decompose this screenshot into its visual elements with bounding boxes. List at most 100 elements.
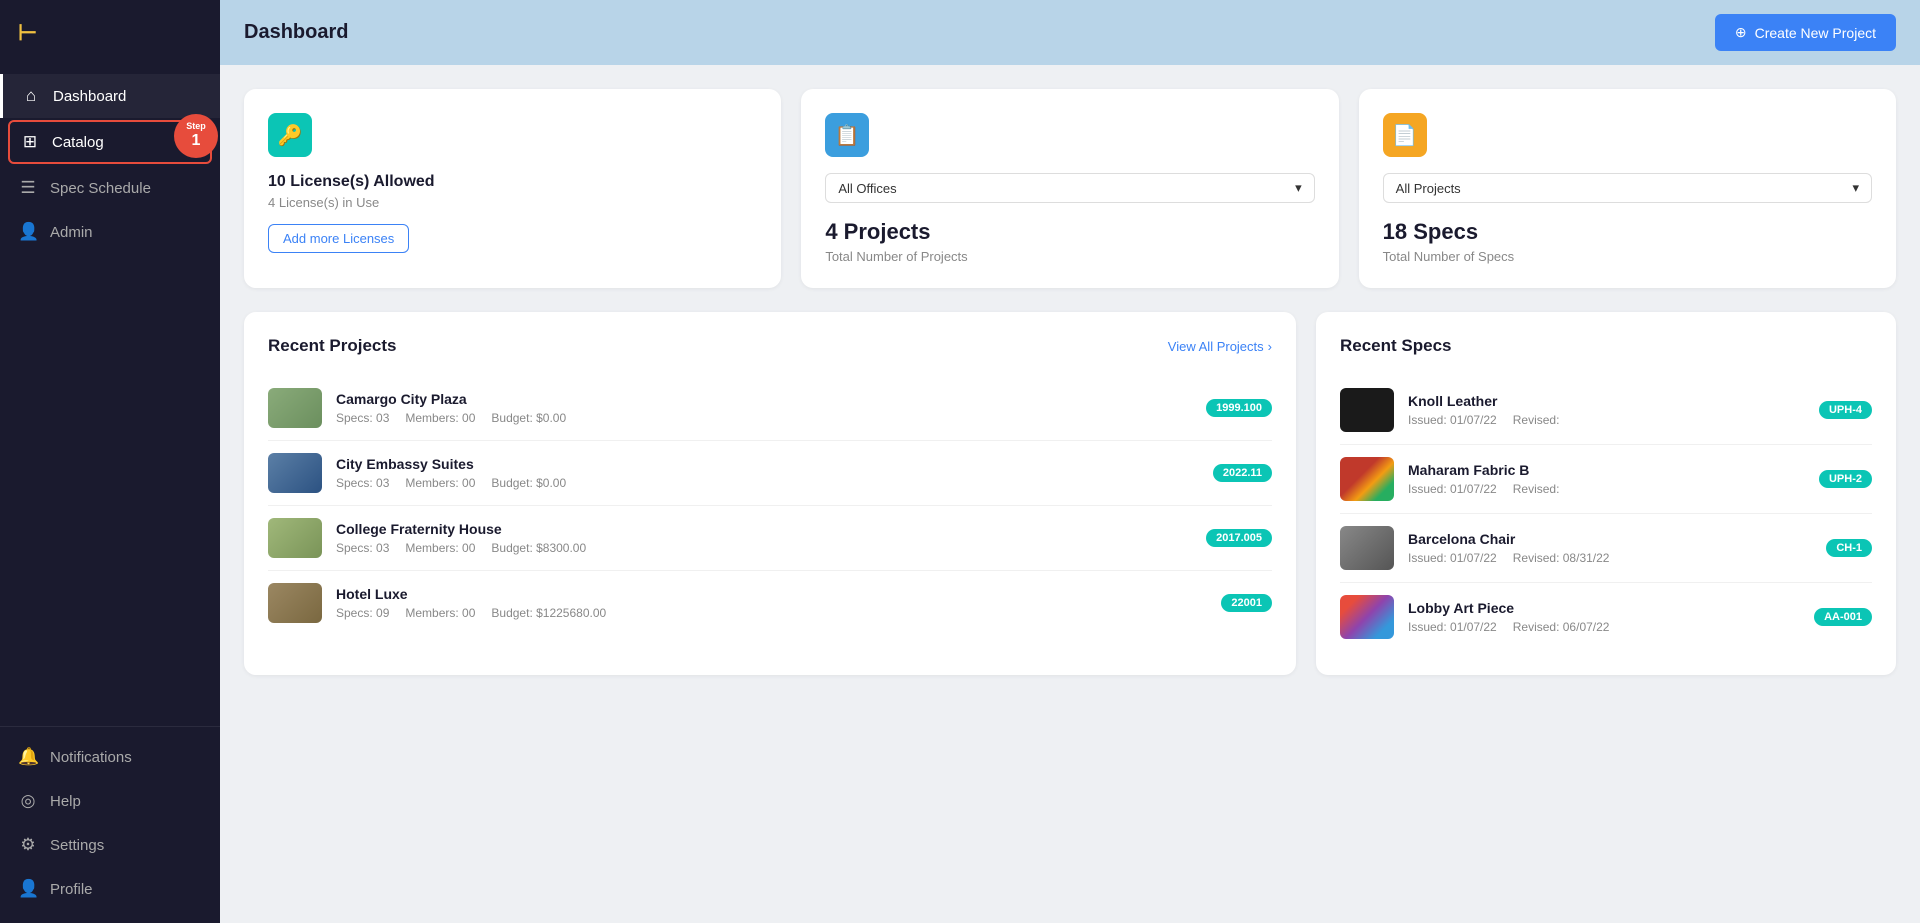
sidebar-item-notifications[interactable]: 🔔 Notifications	[0, 735, 220, 779]
spec-revised: Revised: 06/07/22	[1513, 620, 1610, 634]
sidebar-item-help[interactable]: ◎ Help	[0, 779, 220, 823]
project-info: Camargo City Plaza Specs: 03 Members: 00…	[336, 391, 1192, 425]
bottom-row: Recent Projects View All Projects › Cama…	[244, 312, 1896, 675]
spec-thumbnail	[1340, 526, 1394, 570]
project-members: Members: 00	[405, 411, 475, 425]
sidebar-item-admin[interactable]: 👤 Admin	[0, 210, 220, 254]
main-area: Dashboard ⊕ Create New Project 🔑 10 Lice…	[220, 0, 1920, 923]
specs-icon: 📄	[1383, 113, 1427, 157]
project-info: Hotel Luxe Specs: 09 Members: 00 Budget:…	[336, 586, 1207, 620]
project-thumbnail	[268, 583, 322, 623]
spec-issued: Issued: 01/07/22	[1408, 413, 1497, 427]
spec-issued: Issued: 01/07/22	[1408, 551, 1497, 565]
spec-name: Lobby Art Piece	[1408, 600, 1800, 616]
view-all-projects-link[interactable]: View All Projects ›	[1168, 339, 1272, 354]
sidebar-item-catalog[interactable]: ⊞ Catalog Step 1	[8, 120, 212, 164]
project-specs: Specs: 09	[336, 606, 389, 620]
offices-icon: 📋	[825, 113, 869, 157]
sidebar-bottom: 🔔 Notifications ◎ Help ⚙ Settings 👤 Prof…	[0, 726, 220, 923]
project-meta: Specs: 03 Members: 00 Budget: $8300.00	[336, 541, 1192, 555]
offices-card: 📋 All Offices ▾ 4 Projects Total Number …	[801, 89, 1338, 288]
add-licenses-button[interactable]: Add more Licenses	[268, 224, 409, 253]
project-list-item[interactable]: City Embassy Suites Specs: 03 Members: 0…	[268, 441, 1272, 506]
sidebar-item-label: Catalog	[52, 134, 104, 151]
sidebar-item-label: Dashboard	[53, 88, 126, 105]
spec-badge: UPH-2	[1819, 470, 1872, 488]
project-name: Camargo City Plaza	[336, 391, 1192, 407]
sidebar-nav: ⌂ Dashboard ⊞ Catalog Step 1 ☰ Spec Sche…	[0, 66, 220, 726]
project-list-item[interactable]: Hotel Luxe Specs: 09 Members: 00 Budget:…	[268, 571, 1272, 635]
project-budget: Budget: $1225680.00	[491, 606, 606, 620]
step-badge: Step 1	[174, 114, 218, 158]
project-specs: Specs: 03	[336, 541, 389, 555]
specs-card: 📄 All Projects ▾ 18 Specs Total Number o…	[1359, 89, 1896, 288]
licenses-card: 🔑 10 License(s) Allowed 4 License(s) in …	[244, 89, 781, 288]
spec-badge: AA-001	[1814, 608, 1872, 626]
all-projects-label: All Projects	[1396, 181, 1461, 196]
stats-row: 🔑 10 License(s) Allowed 4 License(s) in …	[244, 89, 1896, 288]
spec-thumbnail	[1340, 457, 1394, 501]
spec-revised: Revised:	[1513, 482, 1560, 496]
admin-icon: 👤	[18, 222, 38, 242]
catalog-icon: ⊞	[20, 132, 40, 152]
spec-meta: Issued: 01/07/22 Revised:	[1408, 482, 1805, 496]
project-list-item[interactable]: College Fraternity House Specs: 03 Membe…	[268, 506, 1272, 571]
project-info: City Embassy Suites Specs: 03 Members: 0…	[336, 456, 1199, 490]
recent-specs-title: Recent Specs	[1340, 336, 1452, 356]
specs-list: Knoll Leather Issued: 01/07/22 Revised: …	[1340, 376, 1872, 651]
licenses-allowed: 10 License(s) Allowed	[268, 173, 757, 191]
sidebar-item-spec-schedule[interactable]: ☰ Spec Schedule	[0, 166, 220, 210]
page-title: Dashboard	[244, 21, 348, 44]
projects-desc: Total Number of Projects	[825, 249, 1314, 264]
recent-projects-header: Recent Projects View All Projects ›	[268, 336, 1272, 356]
create-icon: ⊕	[1735, 24, 1747, 41]
project-badge: 1999.100	[1206, 399, 1272, 417]
spec-list-item[interactable]: Lobby Art Piece Issued: 01/07/22 Revised…	[1340, 583, 1872, 651]
spec-revised: Revised: 08/31/22	[1513, 551, 1610, 565]
spec-meta: Issued: 01/07/22 Revised: 08/31/22	[1408, 551, 1812, 565]
sidebar-item-label: Admin	[50, 224, 93, 241]
spec-issued: Issued: 01/07/22	[1408, 620, 1497, 634]
create-new-project-button[interactable]: ⊕ Create New Project	[1715, 14, 1896, 51]
spec-thumbnail	[1340, 388, 1394, 432]
recent-specs-header: Recent Specs	[1340, 336, 1872, 356]
chevron-right-icon: ›	[1268, 339, 1272, 354]
project-budget: Budget: $0.00	[491, 411, 566, 425]
sidebar-item-settings[interactable]: ⚙ Settings	[0, 823, 220, 867]
spec-issued: Issued: 01/07/22	[1408, 482, 1497, 496]
project-list-item[interactable]: Camargo City Plaza Specs: 03 Members: 00…	[268, 376, 1272, 441]
projects-list: Camargo City Plaza Specs: 03 Members: 00…	[268, 376, 1272, 635]
chevron-down-icon: ▾	[1295, 180, 1302, 196]
spec-list-item[interactable]: Knoll Leather Issued: 01/07/22 Revised: …	[1340, 376, 1872, 445]
spec-list-item[interactable]: Maharam Fabric B Issued: 01/07/22 Revise…	[1340, 445, 1872, 514]
help-icon: ◎	[18, 791, 38, 811]
sidebar-item-dashboard[interactable]: ⌂ Dashboard	[0, 74, 220, 118]
project-info: College Fraternity House Specs: 03 Membe…	[336, 521, 1192, 555]
content-area: 🔑 10 License(s) Allowed 4 License(s) in …	[220, 65, 1920, 923]
all-offices-dropdown[interactable]: All Offices ▾	[825, 173, 1314, 203]
recent-projects-panel: Recent Projects View All Projects › Cama…	[244, 312, 1296, 675]
sidebar-item-label: Notifications	[50, 749, 132, 766]
chevron-down-icon: ▾	[1852, 180, 1859, 196]
dashboard-icon: ⌂	[21, 86, 41, 106]
settings-icon: ⚙	[18, 835, 38, 855]
spec-badge: UPH-4	[1819, 401, 1872, 419]
project-specs: Specs: 03	[336, 411, 389, 425]
project-members: Members: 00	[405, 606, 475, 620]
projects-count: 4 Projects	[825, 219, 1314, 245]
all-projects-dropdown[interactable]: All Projects ▾	[1383, 173, 1872, 203]
project-badge: 2017.005	[1206, 529, 1272, 547]
project-name: City Embassy Suites	[336, 456, 1199, 472]
sidebar-item-profile[interactable]: 👤 Profile	[0, 867, 220, 911]
spec-revised: Revised:	[1513, 413, 1560, 427]
project-thumbnail	[268, 453, 322, 493]
spec-info: Lobby Art Piece Issued: 01/07/22 Revised…	[1408, 600, 1800, 634]
sidebar-item-label: Spec Schedule	[50, 180, 151, 197]
project-meta: Specs: 09 Members: 00 Budget: $1225680.0…	[336, 606, 1207, 620]
spec-list-item[interactable]: Barcelona Chair Issued: 01/07/22 Revised…	[1340, 514, 1872, 583]
specs-desc: Total Number of Specs	[1383, 249, 1872, 264]
sidebar: ⊢ ⌂ Dashboard ⊞ Catalog Step 1 ☰ Spec Sc…	[0, 0, 220, 923]
project-name: College Fraternity House	[336, 521, 1192, 537]
project-specs: Specs: 03	[336, 476, 389, 490]
spec-name: Knoll Leather	[1408, 393, 1805, 409]
